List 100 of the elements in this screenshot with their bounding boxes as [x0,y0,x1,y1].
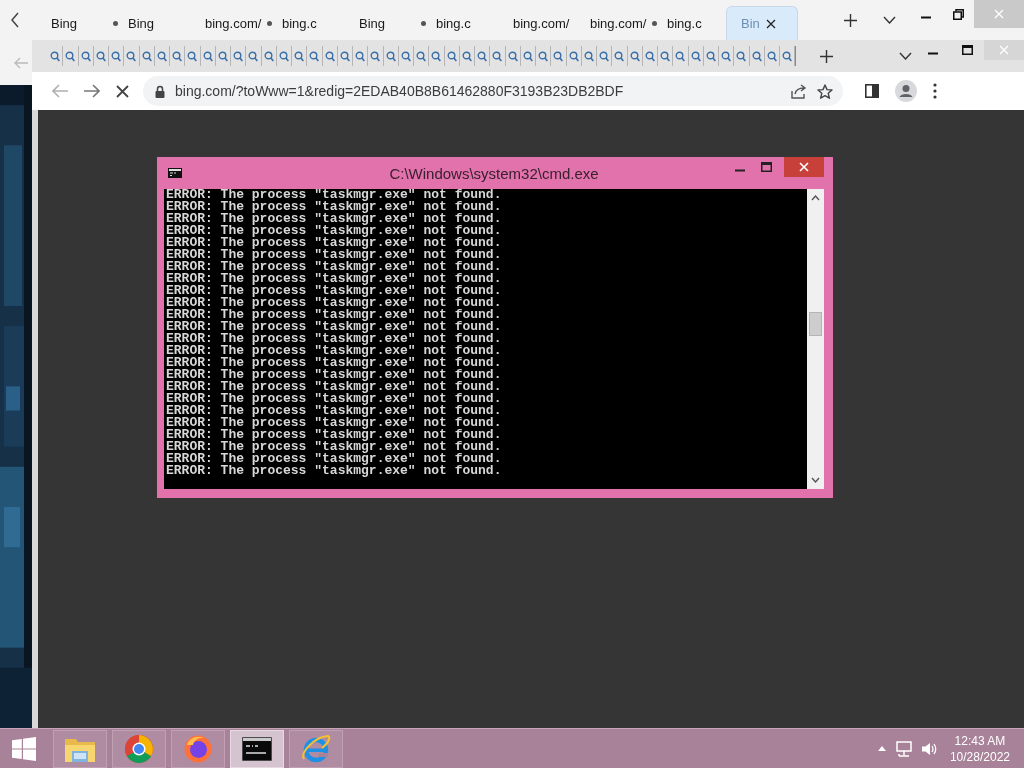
browser-tab[interactable]: bing.c [261,6,338,40]
new-tab-icon[interactable] [820,49,834,63]
browser-tab[interactable] [109,46,125,66]
browser-tab[interactable] [505,46,521,66]
browser-tab[interactable] [612,46,628,66]
browser-tab[interactable] [353,46,369,66]
browser-tab[interactable] [261,46,277,66]
search-icon [233,50,244,62]
url-text: bing.com/?toWww=1&redig=2EDAB40B8B61462880F3193B23DB2BDF [175,83,624,99]
browser-tab[interactable] [276,46,292,66]
close-button[interactable] [784,157,824,177]
browser-tab[interactable]: Bing [338,6,415,40]
browser-tab[interactable] [551,46,567,66]
tab-list-icon[interactable] [883,16,896,24]
side-panel-icon[interactable] [865,84,879,98]
browser-tab[interactable] [673,46,689,66]
search-icon [568,50,579,62]
browser-tab[interactable]: bing.c [415,6,492,40]
search-icon [446,50,457,62]
browser-tab[interactable] [398,46,414,66]
browser-tab[interactable] [78,46,94,66]
browser-tab[interactable] [124,46,140,66]
browser-tab[interactable] [231,46,247,66]
volume-icon[interactable] [921,741,938,756]
show-hidden-icons-icon[interactable] [877,746,886,751]
browser-tab[interactable] [414,46,430,66]
browser-tab[interactable] [200,46,216,66]
browser-tab[interactable] [383,46,399,66]
browser-tab[interactable] [536,46,552,66]
browser-tab[interactable] [215,46,231,66]
browser-tab[interactable] [520,46,536,66]
browser-tab[interactable] [337,46,353,66]
close-tab-icon[interactable] [765,18,776,29]
e-logo-icon[interactable] [300,732,332,765]
browser-tab[interactable] [368,46,384,66]
browser-tab[interactable] [63,46,79,66]
restore-icon[interactable] [952,8,964,20]
console-line: ERROR: The process "taskmgr.exe" not found. [166,321,503,333]
browser-tab[interactable] [688,46,704,66]
browser-tab[interactable]: Bing [107,6,184,40]
scroll-thumb[interactable] [809,312,822,336]
terminal-icon[interactable] [242,736,272,761]
browser-tab[interactable] [642,46,658,66]
browser-tab[interactable]: Bing [30,6,107,40]
scrollbar[interactable] [807,189,824,489]
browser-tab[interactable] [185,46,201,66]
share-icon[interactable] [791,83,807,99]
browser-tab[interactable] [307,46,323,66]
maximize-icon[interactable] [961,45,973,55]
browser-tab[interactable] [246,46,262,66]
tab-title: bing.com/ [513,15,570,31]
scroll-down-icon[interactable] [811,477,820,483]
browser-tab[interactable] [292,46,308,66]
browser-tab[interactable] [429,46,445,66]
console-line: ERROR: The process "taskmgr.exe" not found. [166,297,503,309]
browser-tab[interactable] [627,46,643,66]
round-logo-icon[interactable] [183,733,213,764]
browser-tab[interactable] [597,46,613,66]
browser-tab[interactable] [170,46,186,66]
browser-tab[interactable]: bing.com/ [569,6,646,40]
browser-tab[interactable] [139,46,155,66]
console-line: ERROR: The process "taskmgr.exe" not found. [166,309,503,321]
tab-list-icon[interactable] [899,52,913,60]
console-line: ERROR: The process "taskmgr.exe" not found. [166,417,503,429]
menu-icon[interactable] [933,83,937,99]
browser-tab[interactable] [581,46,597,66]
browser-tab[interactable] [719,46,735,66]
browser-tab[interactable]: bing.c [646,6,723,40]
console-line: ERROR: The process "taskmgr.exe" not found. [166,405,503,417]
browser-tab[interactable] [749,46,765,66]
star-icon[interactable] [817,83,833,99]
back-arrow-icon [14,56,28,69]
browser-tab[interactable] [48,46,64,66]
browser-tab[interactable] [566,46,582,66]
browser-tab[interactable] [459,46,475,66]
new-tab-icon[interactable] [844,13,857,27]
network-icon[interactable] [895,740,912,757]
browser-tab[interactable] [703,46,719,66]
profile-icon[interactable] [895,80,917,102]
scroll-up-icon[interactable] [811,195,820,201]
browser-tab[interactable] [734,46,750,66]
browser-tab[interactable] [444,46,460,66]
browser-tab[interactable] [322,46,338,66]
console-line: ERROR: The process "taskmgr.exe" not found. [166,465,503,477]
windows-logo-icon[interactable] [12,736,36,761]
browser-tab[interactable]: bing.com/ [184,6,261,40]
close-icon[interactable] [799,162,809,172]
browser-tab[interactable] [764,46,780,66]
forward-arrow-icon[interactable] [84,84,100,98]
browser-tab[interactable] [780,46,796,66]
browser-tab[interactable] [490,46,506,66]
round-logo-icon[interactable] [124,733,154,764]
browser-tab[interactable] [154,46,170,66]
browser-tab[interactable] [658,46,674,66]
address-bar[interactable]: bing.com/?toWww=1&redig=2EDAB40B8B61462880F3193B23DB2BDF [143,76,843,106]
browser-tab[interactable] [475,46,491,66]
browser-tab[interactable] [93,46,109,66]
browser-tab[interactable]: bing.com/ [492,6,569,40]
console-line: ERROR: The process "taskmgr.exe" not found. [166,213,503,225]
stop-icon[interactable] [116,84,129,98]
